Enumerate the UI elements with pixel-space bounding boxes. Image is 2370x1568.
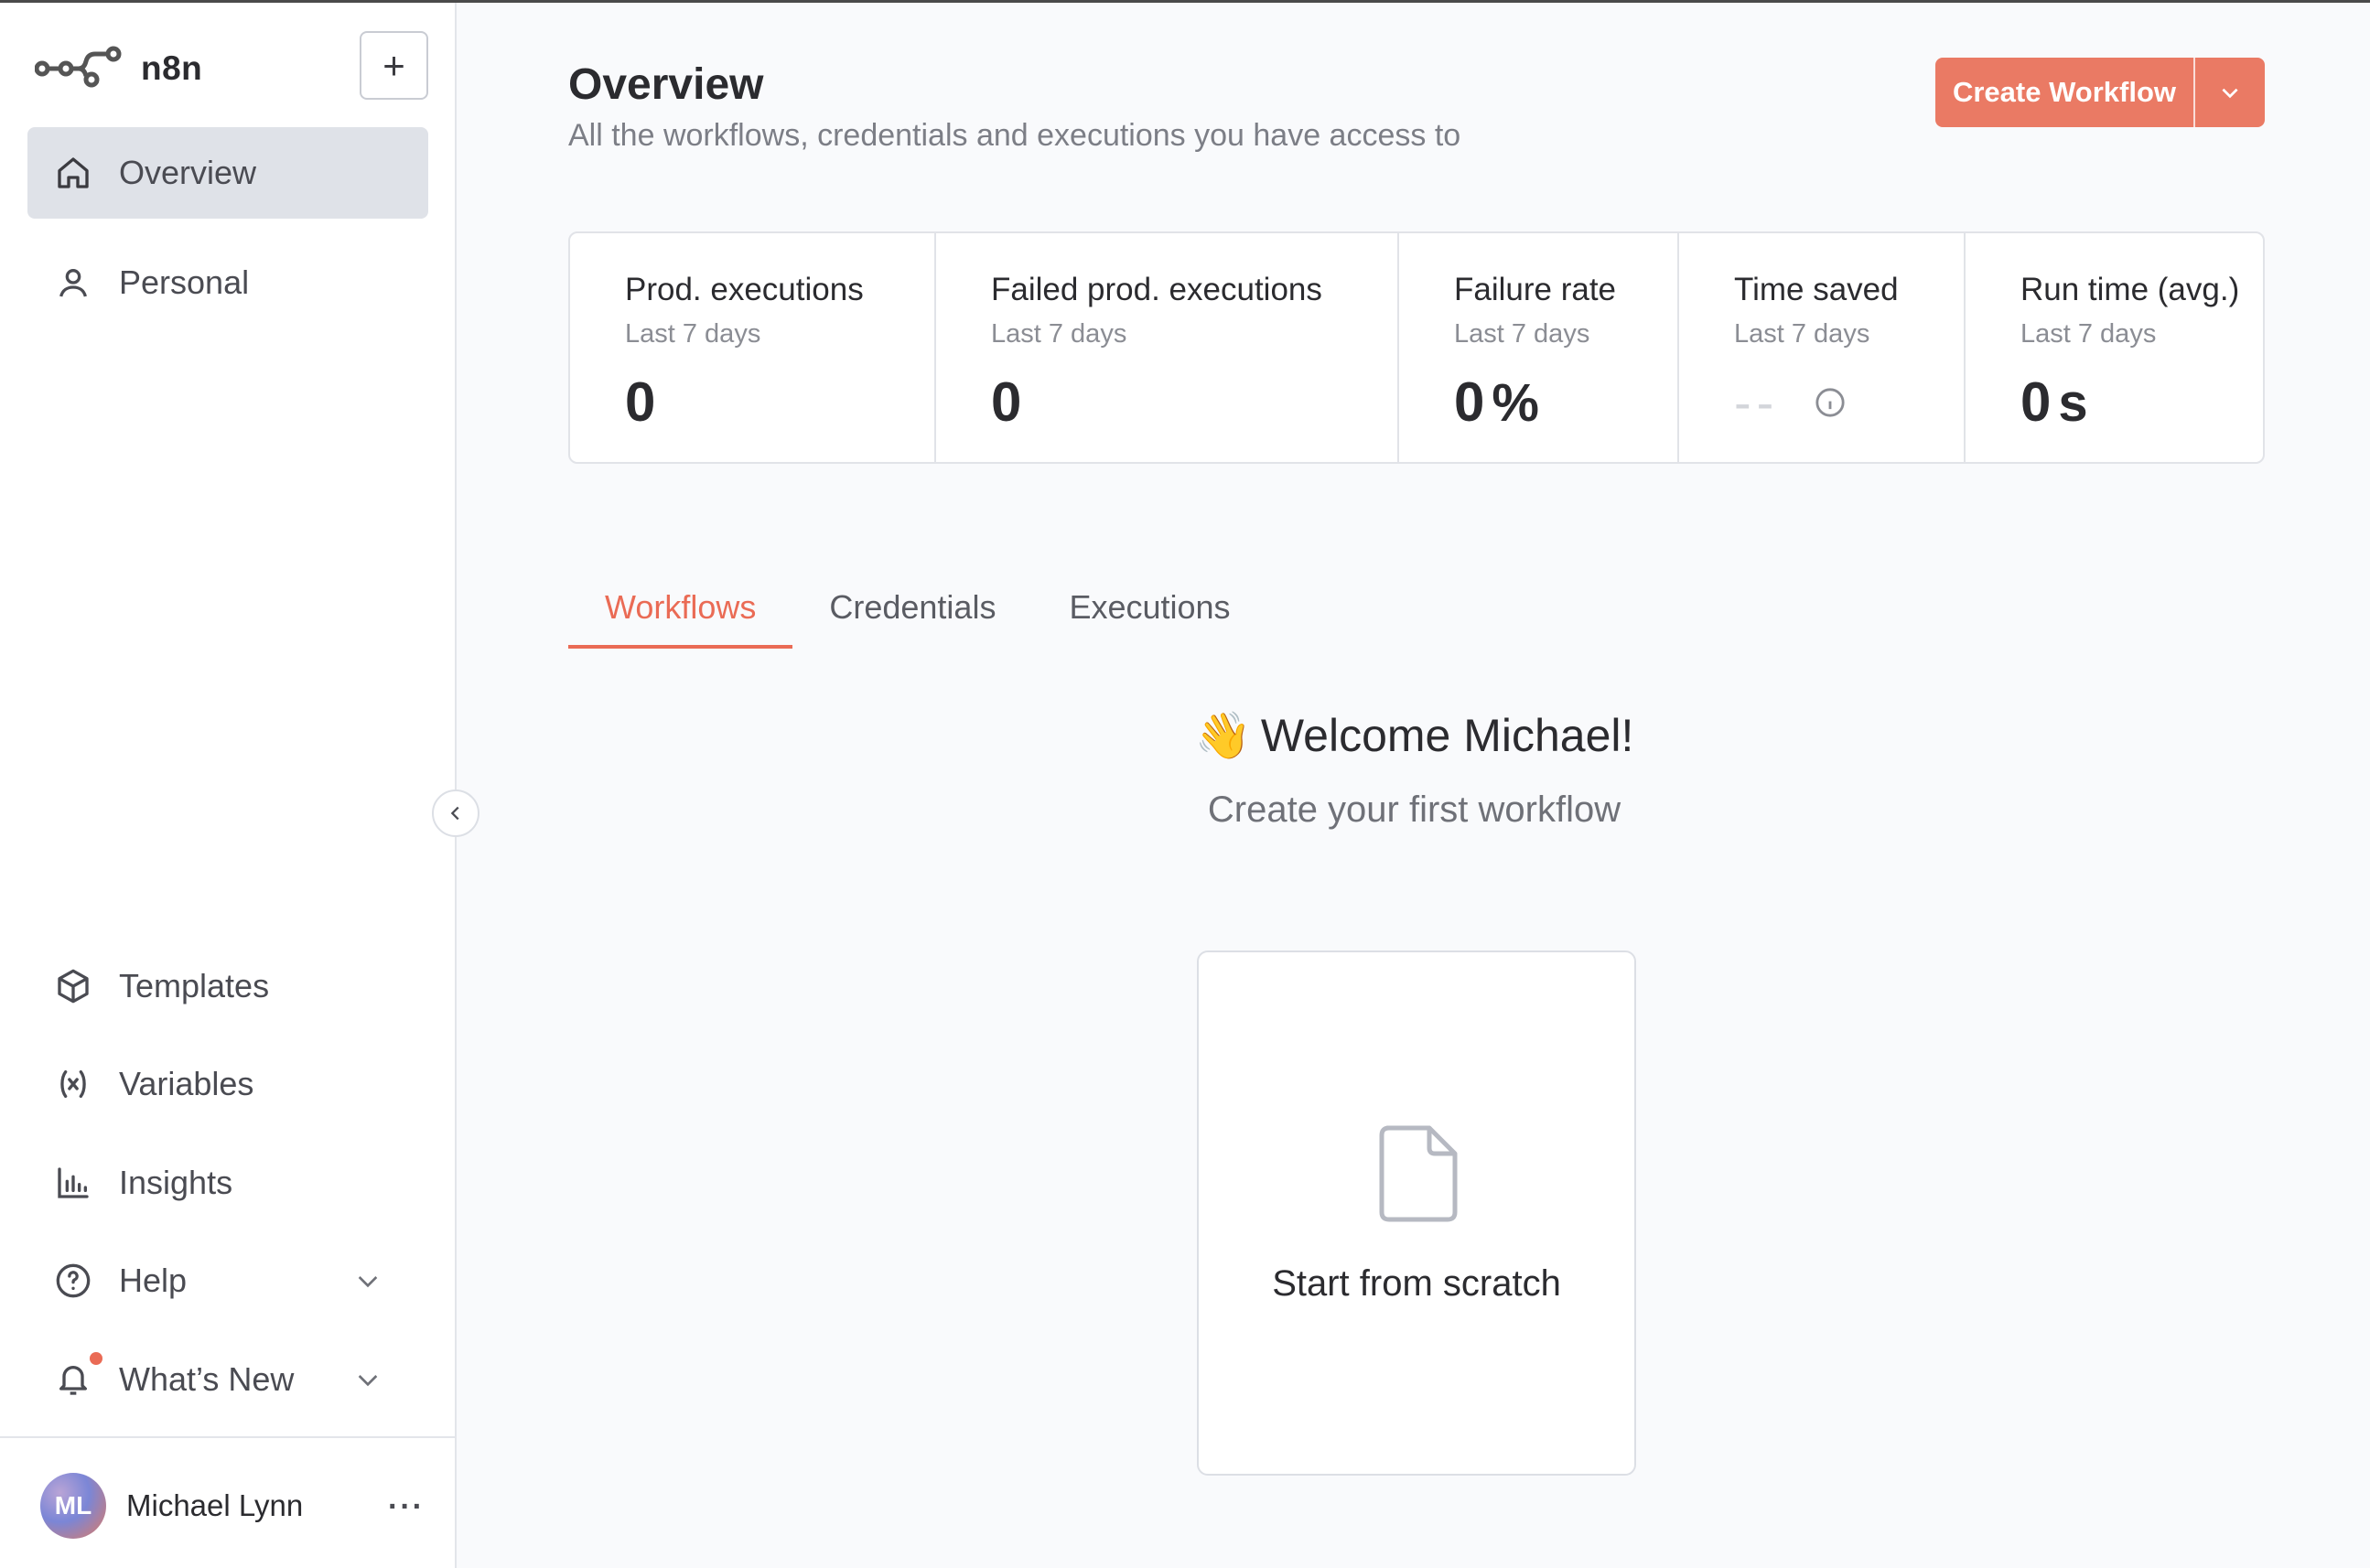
stat-period: Last 7 days (625, 319, 761, 349)
stat-failure-rate[interactable]: Failure rate Last 7 days 0% (1399, 233, 1679, 462)
chevron-down-icon (358, 1375, 378, 1387)
stat-title: Failure rate (1454, 272, 1617, 307)
stat-title: Run time (avg.) (2020, 272, 2240, 307)
sidebar-item-label: Variables (119, 1065, 254, 1102)
welcome-heading: 👋 Welcome Michael! (458, 709, 2370, 763)
sidebar-item-insights[interactable]: Insights (27, 1137, 428, 1229)
tab-credentials[interactable]: Credentials (792, 579, 1032, 649)
sidebar-item-help[interactable]: Help (27, 1235, 428, 1326)
stat-value: 0 (991, 371, 1024, 433)
tab-bar: Workflows Credentials Executions (568, 579, 1267, 649)
main-content: Overview All the workflows, credentials … (458, 3, 2370, 1568)
page-subtitle: All the workflows, credentials and execu… (568, 118, 1461, 153)
sidebar: n8n + Overview Personal Templates Variab… (0, 3, 457, 1568)
stat-period: Last 7 days (991, 319, 1127, 349)
bell-icon (55, 1361, 92, 1398)
stat-period: Last 7 days (1454, 319, 1590, 349)
notification-badge (90, 1352, 102, 1365)
chevron-down-icon (358, 1276, 378, 1288)
user-icon (55, 264, 92, 301)
page-title: Overview (568, 60, 764, 109)
help-circle-icon (55, 1262, 92, 1299)
user-profile[interactable]: ML Michael Lynn ··· (40, 1473, 425, 1539)
stat-time-saved[interactable]: Time saved Last 7 days -- (1679, 233, 1966, 462)
button-separator (2193, 58, 2195, 127)
info-icon[interactable] (1815, 387, 1846, 418)
templates-box-icon (55, 968, 92, 1004)
user-menu-button[interactable]: ··· (388, 1489, 425, 1525)
sidebar-item-label: Overview (119, 154, 257, 191)
stat-value: 0 (625, 371, 658, 433)
bar-chart-icon (55, 1165, 92, 1201)
home-icon (55, 155, 92, 191)
sidebar-item-whats-new[interactable]: What’s New (27, 1334, 428, 1425)
tab-workflows[interactable]: Workflows (568, 579, 793, 649)
logo[interactable]: n8n (35, 43, 202, 94)
create-workflow-button[interactable]: Create Workflow (1935, 58, 2193, 127)
stat-failed-prod-executions[interactable]: Failed prod. executions Last 7 days 0 (936, 233, 1399, 462)
add-button[interactable]: + (360, 31, 428, 100)
tab-executions[interactable]: Executions (1032, 579, 1266, 649)
stat-period: Last 7 days (1734, 319, 1870, 349)
welcome-subtitle: Create your first workflow (1207, 789, 1621, 830)
create-options-dropdown[interactable] (2195, 58, 2265, 127)
sidebar-item-label: Help (119, 1262, 188, 1299)
sidebar-item-personal[interactable]: Personal (27, 237, 428, 328)
sidebar-item-overview[interactable]: Overview (27, 127, 428, 219)
stat-value: 0% (1454, 371, 1541, 433)
waving-hand-emoji: 👋 (1194, 710, 1252, 761)
create-workflow-split-button: Create Workflow (1935, 58, 2265, 127)
stat-title: Prod. executions (625, 272, 864, 307)
insights-summary: Prod. executions Last 7 days 0 Failed pr… (568, 231, 2265, 464)
app-name: n8n (141, 49, 203, 87)
avatar[interactable]: ML (40, 1473, 106, 1539)
user-name: Michael Lynn (126, 1488, 304, 1522)
stat-title: Failed prod. executions (991, 272, 1322, 307)
stat-value-empty: -- (1734, 373, 1780, 431)
stat-value: 0s (2020, 371, 2090, 433)
sidebar-item-label: Templates (119, 967, 270, 1004)
sidebar-item-variables[interactable]: Variables (27, 1038, 428, 1130)
n8n-logo-icon (35, 46, 122, 88)
chevron-down-icon (2222, 88, 2238, 99)
sidebar-item-label: Insights (119, 1164, 233, 1201)
variables-icon (55, 1066, 92, 1102)
welcome-text: Welcome Michael! (1260, 710, 1634, 761)
app-window: n8n + Overview Personal Templates Variab… (0, 0, 2370, 1568)
stat-run-time[interactable]: Run time (avg.) Last 7 days 0s (1966, 233, 2263, 462)
sidebar-item-label: Personal (119, 263, 250, 301)
sidebar-item-label: What’s New (119, 1360, 295, 1398)
sidebar-divider (0, 1436, 457, 1438)
start-from-scratch-card[interactable]: Start from scratch (1197, 950, 1636, 1476)
sidebar-item-templates[interactable]: Templates (27, 940, 428, 1032)
stat-title: Time saved (1734, 272, 1899, 307)
stat-period: Last 7 days (2020, 319, 2157, 349)
stat-prod-executions[interactable]: Prod. executions Last 7 days 0 (570, 233, 936, 462)
file-icon (1379, 1125, 1458, 1222)
card-label: Start from scratch (1272, 1263, 1561, 1304)
